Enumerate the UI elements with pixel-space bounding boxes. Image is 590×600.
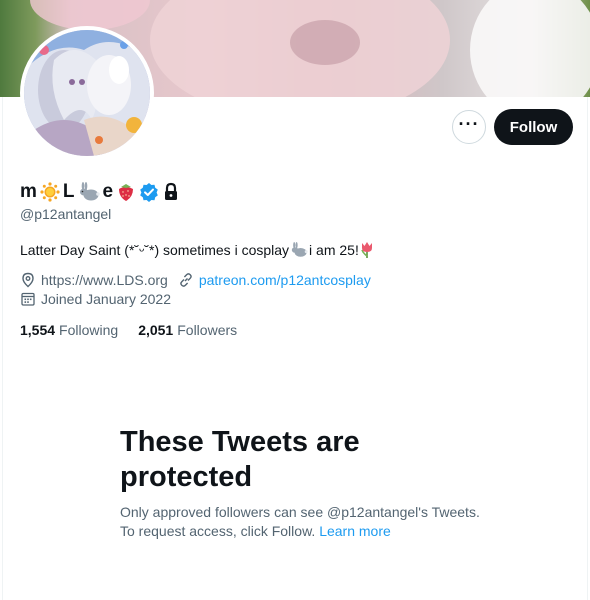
protected-description: Only approved followers can see @p12anta… [120, 503, 480, 541]
following-count-link[interactable]: 1,554 Following [20, 322, 118, 338]
column-border-left [2, 97, 3, 600]
name-part-m: m [20, 181, 37, 202]
profile-meta-links: https://www.LDS.org patreon.com/p12antco… [20, 272, 371, 288]
tulip-emoji-icon [359, 241, 375, 259]
following-count: 1,554 [20, 322, 56, 338]
location-text: https://www.LDS.org [41, 272, 168, 288]
profile-avatar[interactable] [20, 26, 154, 160]
followers-count-link[interactable]: 2,051 Followers [138, 322, 237, 338]
followers-label: Followers [177, 322, 238, 338]
rabbit-emoji-icon [289, 242, 309, 258]
more-options-button[interactable]: ··· [452, 110, 486, 144]
protected-description-text: Only approved followers can see @p12anta… [120, 504, 480, 539]
strawberry-emoji-icon [116, 182, 136, 202]
profile-join-date: Joined January 2022 [20, 291, 171, 307]
protected-tweets-notice: These Tweets are protected Only approved… [120, 425, 480, 541]
verified-badge-icon[interactable] [139, 182, 159, 202]
name-part-l: L [62, 181, 75, 202]
follow-button[interactable]: Follow [494, 109, 573, 145]
column-border-right [587, 97, 588, 600]
protected-title: These Tweets are protected [120, 426, 360, 493]
calendar-icon [20, 291, 36, 307]
follow-stats: 1,554 Following 2,051 Followers [20, 322, 237, 338]
following-label: Following [59, 322, 119, 338]
sun-emoji-icon [40, 182, 60, 202]
link-icon [178, 272, 194, 288]
name-part-e: e [102, 181, 114, 202]
join-date-text: Joined January 2022 [41, 291, 171, 307]
location-icon [20, 272, 36, 288]
rabbit-emoji-icon [78, 182, 100, 202]
user-handle: @p12antangel [20, 206, 112, 222]
followers-count: 2,051 [138, 322, 174, 338]
patreon-link[interactable]: patreon.com/p12antcosplay [199, 272, 371, 288]
display-name: m L e [20, 179, 180, 205]
bio-text: Latter Day Saint (*˘ᵕ˘*) sometimes i cos… [20, 242, 290, 258]
lock-icon [162, 182, 180, 202]
more-dots-icon: ··· [458, 114, 480, 134]
learn-more-link[interactable]: Learn more [319, 523, 391, 539]
profile-bio: Latter Day Saint (*˘ᵕ˘*) sometimes i cos… [20, 241, 375, 259]
bio-age-text: i am 25! [309, 242, 359, 258]
